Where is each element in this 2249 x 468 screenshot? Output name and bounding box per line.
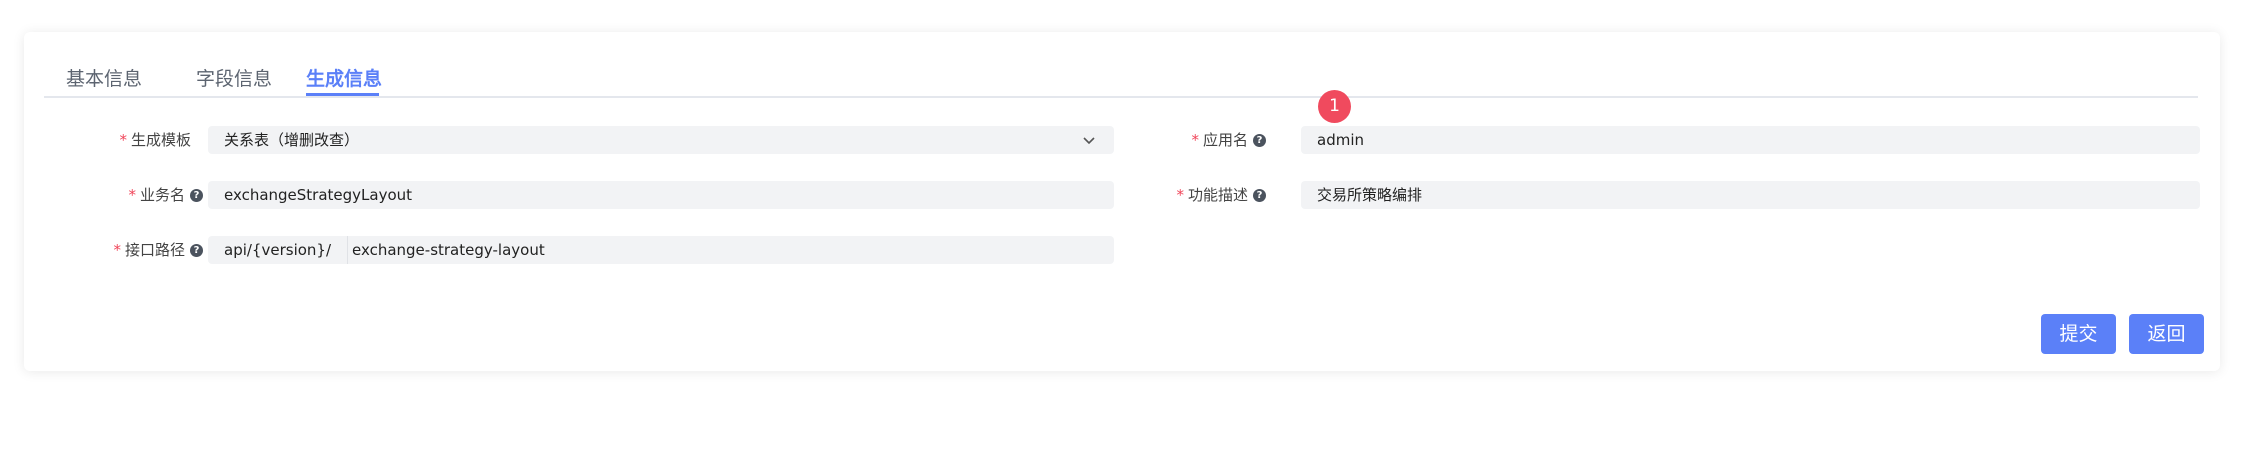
app-name-input[interactable]: admin bbox=[1301, 126, 2200, 154]
app-name-value: admin bbox=[1317, 131, 1364, 149]
api-path-prefix: api/{version}/ bbox=[208, 236, 349, 264]
app-name-label-text: 应用名 bbox=[1202, 131, 1248, 149]
required-mark: * bbox=[1191, 131, 1199, 149]
api-path-label: * 接口路径 ? bbox=[113, 236, 203, 264]
api-path-value: exchange-strategy-layout bbox=[352, 241, 545, 259]
active-tab-indicator bbox=[306, 93, 379, 96]
required-mark: * bbox=[1176, 186, 1184, 204]
api-path-row: * 接口路径 ? api/{version}/ exchange-strategy… bbox=[24, 236, 2184, 264]
function-desc-label: * 功能描述 ? bbox=[1176, 181, 1266, 209]
function-desc-label-text: 功能描述 bbox=[1187, 186, 1248, 204]
app-name-row: * 应用名 ? admin bbox=[24, 126, 2200, 154]
back-button[interactable]: 返回 bbox=[2129, 314, 2204, 354]
help-icon[interactable]: ? bbox=[1253, 188, 1266, 202]
tab-generate-info[interactable]: 生成信息 bbox=[306, 64, 382, 91]
api-path-label-text: 接口路径 bbox=[124, 241, 185, 259]
tab-basic-info[interactable]: 基本信息 bbox=[66, 64, 142, 91]
app-name-label: * 应用名 ? bbox=[1191, 126, 1266, 154]
help-icon[interactable]: ? bbox=[190, 243, 203, 257]
tab-field-info[interactable]: 字段信息 bbox=[196, 64, 272, 91]
function-desc-input[interactable]: 交易所策略编排 bbox=[1301, 181, 2200, 209]
function-desc-row: * 功能描述 ? 交易所策略编排 bbox=[24, 181, 2200, 209]
submit-button[interactable]: 提交 bbox=[2041, 314, 2116, 354]
generate-info-card: 基本信息 字段信息 生成信息 * 生成模板 关系表（增删改查） * 应用名 ? ad… bbox=[24, 32, 2220, 371]
tab-bar: 基本信息 字段信息 生成信息 bbox=[44, 54, 2198, 98]
required-mark: * bbox=[113, 241, 121, 259]
step-badge: 1 bbox=[1318, 90, 1351, 123]
api-path-input[interactable]: api/{version}/ exchange-strategy-layout bbox=[208, 236, 1114, 264]
help-icon[interactable]: ? bbox=[1253, 133, 1266, 147]
function-desc-value: 交易所策略编排 bbox=[1317, 186, 1423, 204]
